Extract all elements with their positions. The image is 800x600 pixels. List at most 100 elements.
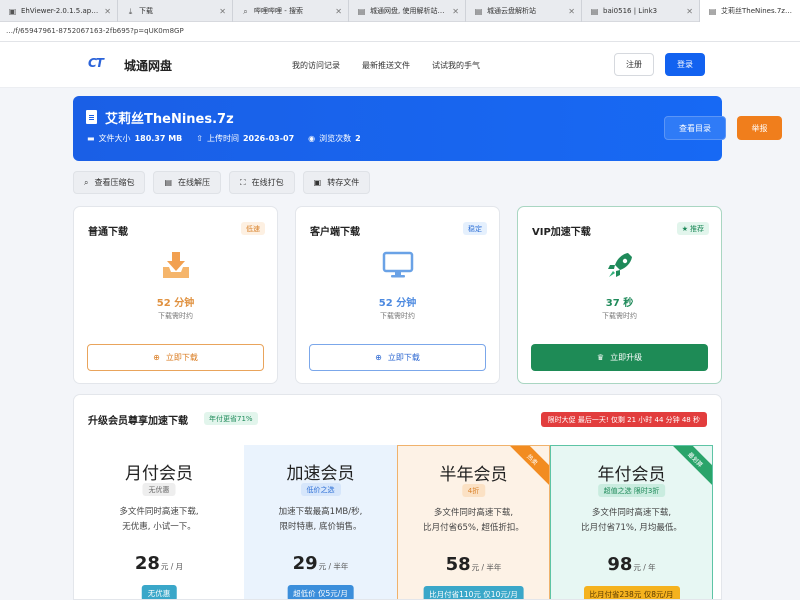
- plan-half-year[interactable]: 热卖 半年会员 4折 多文件同时高速下载, 比月付省65%, 超低折扣。 58元…: [397, 445, 550, 599]
- button-label: 立即下载: [387, 353, 420, 362]
- plan-tag: 低价之选: [300, 483, 341, 496]
- tool-label: 转存文件: [327, 178, 360, 187]
- browser-tab-bar: ▣ EhViewer-2.0.1.5.apk - lazy ✕ ⤓ 下载 ✕ ⌕…: [0, 0, 800, 22]
- plan-name: 年付会员: [597, 465, 666, 485]
- main-nav: 我的访问记录 最新推送文件 试试我的手气: [292, 60, 480, 71]
- file-tools: ⌕ 查看压缩包 ▤ 在线解压 ⛶ 在线打包 ▣ 转存文件: [73, 171, 371, 194]
- browser-tab[interactable]: ▤ 城通云盘解析站 ✕: [466, 0, 582, 22]
- view-count-value: 2: [355, 134, 361, 143]
- plan-price: 29元 / 半年: [244, 553, 397, 574]
- price-unit: 元 / 月: [160, 562, 184, 571]
- upload-time: ⇧ 上传时间 2026-03-07: [196, 133, 294, 144]
- plan-name: 加速会员: [286, 464, 355, 484]
- badge-label: 推荐: [690, 224, 704, 233]
- plan-price: 58元 / 半年: [398, 554, 549, 575]
- price-unit: 元 / 年: [633, 563, 656, 572]
- tab-label: bai0516 | Link3: [603, 7, 658, 15]
- save-file-button[interactable]: ▣ 转存文件: [302, 171, 371, 194]
- price-value: 28: [134, 553, 160, 574]
- file-size-label: 文件大小: [98, 134, 131, 143]
- tab-label: 城通云盘解析站: [487, 7, 536, 15]
- client-download-button[interactable]: ⊕ 立即下载: [309, 344, 486, 371]
- download-tray-icon: [162, 252, 189, 278]
- card-title: VIP加速下载: [532, 227, 591, 238]
- browser-tab-active[interactable]: ▤ 艾莉丝TheNines.7z - lazy 的: [700, 0, 800, 22]
- plan-monthly[interactable]: 月付会员 无优惠 多文件同时高速下载, 无优惠, 小试一下。 28元 / 月 无…: [74, 445, 244, 599]
- file-icon: ▤: [164, 178, 173, 187]
- brand-name[interactable]: 城通网盘: [124, 57, 172, 74]
- android-icon: ▣: [8, 6, 17, 16]
- close-icon[interactable]: ✕: [568, 7, 575, 16]
- stable-badge: 稳定: [463, 222, 487, 235]
- address-bar[interactable]: …/f/65947961-8752067163-2fb695?p=qUK0m8G…: [0, 22, 800, 42]
- view-archive-button[interactable]: ⌕ 查看压缩包: [73, 171, 146, 194]
- card-title: 客户端下载: [310, 227, 360, 238]
- crown-icon: ♛: [596, 353, 605, 362]
- close-icon[interactable]: ✕: [104, 7, 111, 16]
- view-count-label: 浏览次数: [319, 134, 352, 143]
- plan-desc-line: 无优惠, 小试一下。: [122, 522, 196, 532]
- browser-tab[interactable]: ▤ bai0516 | Link3 ✕: [582, 0, 700, 22]
- plan-desc-line: 比月付省65%, 超低折扣。: [423, 523, 524, 533]
- search-icon: ⌕: [243, 6, 248, 16]
- plan-desc-line: 多文件同时高速下载,: [433, 508, 514, 518]
- logo-icon[interactable]: CT: [88, 56, 108, 72]
- rocket-icon: [607, 253, 632, 277]
- plan-yearly[interactable]: 最划算 年付会员 超值之选 限时3折 多文件同时高速下载, 比月付省71%, 月…: [550, 445, 713, 599]
- browser-tab[interactable]: ⤓ 下载 ✕: [118, 0, 233, 22]
- view-directory-button[interactable]: 查看目录: [664, 116, 726, 140]
- nav-lucky[interactable]: 试试我的手气: [432, 60, 480, 71]
- plan-speedup[interactable]: 加速会员 低价之选 加速下载最高1MB/秒, 限时特惠, 底价销售。 29元 /…: [244, 445, 397, 599]
- online-pack-button[interactable]: ⛶ 在线打包: [229, 171, 295, 194]
- close-icon[interactable]: ✕: [686, 7, 693, 16]
- tab-label: EhViewer-2.0.1.5.apk - lazy: [21, 7, 100, 15]
- close-icon[interactable]: ✕: [219, 7, 226, 16]
- plan-desc-line: 多文件同时高速下载,: [591, 508, 672, 518]
- upload-icon: ⇧: [196, 134, 203, 143]
- plan-price: 98元 / 年: [551, 554, 712, 575]
- file-size-value: 180.37 MB: [134, 134, 183, 143]
- plan-tag: 4折: [461, 484, 486, 497]
- plan-tag: 超值之选 限时3折: [597, 484, 666, 497]
- upgrade-button[interactable]: ♛ 立即升级: [531, 344, 708, 371]
- site-header: CT 城通网盘 我的访问记录 最新推送文件 试试我的手气 注册 登录: [0, 42, 800, 88]
- browser-tab[interactable]: ▣ EhViewer-2.0.1.5.apk - lazy ✕: [0, 0, 118, 22]
- nav-visit-history[interactable]: 我的访问记录: [292, 60, 340, 71]
- tab-label: 艾莉丝TheNines.7z - lazy 的: [721, 7, 794, 15]
- upload-time-value: 2026-03-07: [242, 134, 295, 143]
- membership-section: 升级会员尊享加速下载 年付更省71% 限时大促 最后一天! 仅剩 21 小时 4…: [73, 394, 722, 600]
- online-extract-button[interactable]: ▤ 在线解压: [153, 171, 222, 194]
- estimated-time-label: 下载需时约: [158, 312, 193, 320]
- estimated-time-label: 下载需时约: [602, 312, 637, 320]
- plan-price: 28元 / 月: [74, 553, 244, 574]
- expand-icon: ⛶: [240, 177, 246, 187]
- plan-name: 半年会员: [439, 465, 508, 485]
- tool-label: 在线解压: [178, 178, 211, 187]
- nav-latest-files[interactable]: 最新推送文件: [362, 60, 410, 71]
- promo-countdown: 限时大促 最后一天! 仅剩 21 小时 44 分钟 48 秒: [540, 412, 707, 427]
- client-download-card: 客户端下载 稳定 52 分钟 下载需时约 ⊕ 立即下载: [295, 206, 500, 384]
- plan-bottom-tag: 超低价 仅5元/月: [287, 585, 354, 599]
- register-button[interactable]: 注册: [614, 53, 654, 76]
- button-label: 立即升级: [610, 353, 643, 362]
- plan-tag: 无优惠: [142, 483, 176, 496]
- eye-icon: ◉: [308, 134, 316, 143]
- normal-download-button[interactable]: ⊕ 立即下载: [87, 344, 264, 371]
- plan-desc-line: 多文件同时高速下载,: [119, 507, 199, 517]
- page-icon: ▤: [474, 6, 483, 16]
- browser-tab[interactable]: ⌕ 哔哩哔哩 - 搜索 ✕: [233, 0, 349, 22]
- close-icon[interactable]: ✕: [452, 7, 459, 16]
- recommend-badge: ★ 推荐: [676, 222, 709, 235]
- login-button[interactable]: 登录: [665, 53, 705, 76]
- close-icon[interactable]: ✕: [335, 7, 342, 16]
- page-icon: ▤: [708, 6, 717, 16]
- star-icon: ★: [681, 224, 688, 233]
- report-button[interactable]: 举报: [737, 116, 782, 140]
- download-circle-icon: ⊕: [375, 353, 382, 362]
- monitor-icon: [382, 251, 413, 278]
- page-icon: ▤: [357, 6, 366, 16]
- price-value: 29: [292, 553, 318, 574]
- plan-bottom-tag: 比月付省238元 仅8元/月: [583, 586, 680, 599]
- browser-tab[interactable]: ▤ 城通网盘, 使用解析站不限速 ✕: [349, 0, 466, 22]
- save-badge: 年付更省71%: [204, 412, 258, 425]
